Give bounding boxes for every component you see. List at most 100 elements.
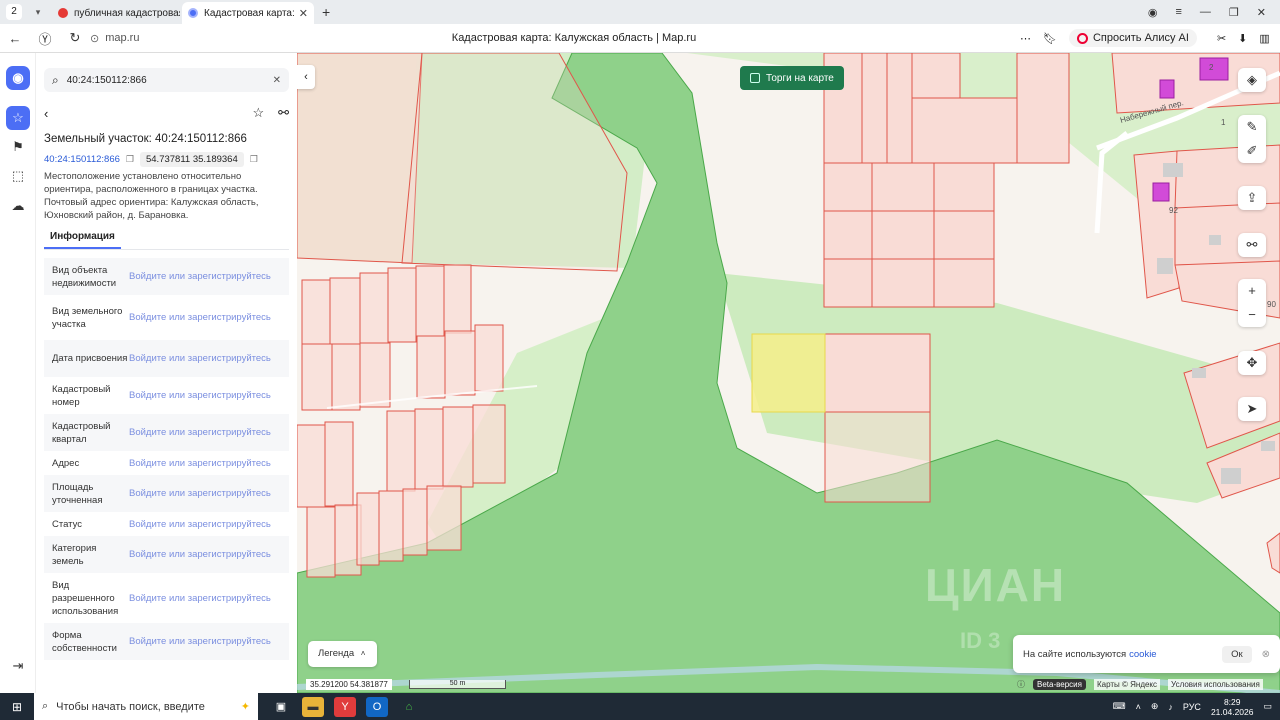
file-explorer-icon[interactable]: ▬ [302,696,324,717]
map-footer: ⓘ Beta-версия Карты © Яндекс Условия исп… [1017,679,1263,690]
parcel [386,410,416,492]
collapse-panel-button[interactable]: ‹ [297,65,315,89]
yandex-browser-icon[interactable]: Y [334,696,356,717]
login-link[interactable]: Войдите или зарегистрируйтесь [129,458,271,469]
extension-icon[interactable]: ✂ [1217,32,1226,45]
menu-icon[interactable]: ≡ [1175,6,1181,19]
profile-icon[interactable]: ◉ [1148,6,1158,19]
beta-badge[interactable]: Beta-версия [1033,679,1086,690]
tab-counter[interactable]: 2 [6,4,22,20]
task-view-icon[interactable]: ▣ [270,697,292,717]
login-link[interactable]: Войдите или зарегистрируйтесь [129,488,271,499]
cian-watermark: ЦИАН [925,559,1067,611]
legend-button[interactable]: Легенда ˄ [308,641,377,667]
login-link[interactable]: Войдите или зарегистрируйтесь [129,271,271,282]
more-icon[interactable]: ⋯ [1020,32,1031,45]
zoom-in-icon[interactable]: + [1238,279,1266,303]
cadastral-map[interactable]: Набережный пер. 2 1 92 90 ЦИАН ID 3 ‹ То… [297,53,1280,693]
move-toolbar: ✥ [1238,351,1266,375]
upload-cloud-icon[interactable]: ⇪ [1238,186,1266,210]
table-row: Адрес Войдите или зарегистрируйтесь [44,451,289,475]
close-window-icon[interactable]: ✕ [1257,6,1266,19]
share-map-icon[interactable]: ⚯ [1238,233,1266,257]
reload-icon[interactable]: ↻ [60,30,90,46]
map-ru-logo-icon[interactable]: ◉ [6,66,30,90]
login-link[interactable]: Войдите или зарегистрируйтесь [129,427,271,438]
favorites-star-icon[interactable]: ☆ [6,106,30,130]
terms-link[interactable]: Условия использования [1168,679,1263,690]
cookie-ok-button[interactable]: Ок [1222,645,1252,663]
download-icon[interactable]: ⬇ [1238,32,1247,45]
attribution-link[interactable]: Карты © Яндекс [1093,679,1161,690]
new-tab-icon[interactable]: + [322,4,330,20]
sidebar-toggle-icon[interactable]: ▥ [1259,32,1269,45]
parcel [301,343,333,411]
share-icon[interactable]: ⚯ [278,105,289,121]
building [1221,468,1241,484]
notifications-icon[interactable]: ▭ [1263,701,1272,712]
restore-icon[interactable]: ❐ [1229,6,1239,19]
clear-search-icon[interactable]: ✕ [273,75,281,86]
login-link[interactable]: Войдите или зарегистрируйтесь [129,549,271,560]
edit-icon[interactable]: ✐ [1238,139,1266,163]
network-icon[interactable]: ⊕ [1151,701,1159,712]
outlook-icon[interactable]: O [366,696,388,717]
yandex-icon[interactable]: Ⓨ [30,29,60,48]
url-field[interactable]: map.ru [105,32,139,44]
building [1159,79,1175,99]
tray-chevron-icon[interactable]: ˄ [1136,702,1141,712]
minimize-icon[interactable]: — [1200,6,1211,19]
keyboard-icon[interactable]: ⌨ [1113,701,1126,712]
tab-information[interactable]: Информация [44,231,121,249]
login-link[interactable]: Войдите или зарегистрируйтесь [129,593,271,604]
login-link[interactable]: Войдите или зарегистрируйтесь [129,390,271,401]
cloud-icon[interactable]: ☁ [6,194,30,218]
login-link[interactable]: Войдите или зарегистрируйтесь [129,353,271,364]
coordinates-chip[interactable]: 54.737811 35.189364 [139,152,244,167]
object-info-panel: ⌕ ✕ ‹ ☆ ⚯ Земельный участок: 40:24:15011… [36,53,297,693]
home-app-icon[interactable]: ⌂ [398,697,420,717]
property-table: Вид объекта недвижимости Войдите или заре… [44,258,289,660]
info-icon[interactable]: ⓘ [1017,679,1025,690]
tab-map-ru[interactable]: Кадастровая карта: Калужская область | M… [182,2,314,24]
back-chevron-icon[interactable]: ‹ [44,106,48,121]
close-icon[interactable]: ⊗ [1262,649,1270,660]
taskbar-search[interactable]: ⌕ Чтобы начать поиск, введите ✦ [34,693,258,720]
auctions-toggle-button[interactable]: Торги на карте [740,66,844,90]
layers-icon[interactable]: ◈ [1238,68,1266,92]
login-link[interactable]: Войдите или зарегистрируйтесь [129,519,271,530]
sparkle-icon: ✦ [240,701,250,713]
cadastral-number-link[interactable]: 40:24:150112:866 [44,154,120,165]
page-title: Кадастровая карта: Калужская область | M… [451,32,697,44]
site-info-icon[interactable]: ⊙ [90,32,99,45]
parcel [356,492,380,566]
area-select-icon[interactable]: ⬚ [6,164,30,188]
login-icon[interactable]: ⇥ [6,654,30,678]
map-ru-favicon-icon [188,8,198,18]
cookie-link[interactable]: cookie [1129,649,1156,660]
search-input[interactable] [66,74,273,86]
copy-icon[interactable]: ❐ [126,154,134,165]
tab-cadastral-search[interactable]: публичная кадастровая карта [52,2,180,24]
zoom-out-icon[interactable]: − [1238,303,1266,327]
parcel [823,210,873,260]
login-link[interactable]: Войдите или зарегистрируйтесь [129,312,271,323]
chevron-down-icon[interactable]: ▾ [30,7,46,18]
ask-alice-button[interactable]: Спросить Алису AI [1068,29,1197,47]
ruler-icon[interactable]: ✎ [1238,115,1266,139]
back-arrow-icon[interactable]: ← [0,31,30,46]
geolocation-icon[interactable]: ➤ [1238,397,1266,421]
map-flag-icon[interactable]: ⚑ [6,135,30,159]
bookmark-icon[interactable]: 🔖︎ [1043,32,1057,45]
volume-icon[interactable]: ♪ [1168,702,1173,712]
clock[interactable]: 8:29 21.04.2026 [1211,697,1254,717]
copy-coords-icon[interactable]: ❐ [250,154,258,165]
favorite-star-icon[interactable]: ☆ [252,105,264,121]
close-icon[interactable]: ✕ [295,7,308,20]
login-link[interactable]: Войдите или зарегистрируйтесь [129,636,271,647]
language-indicator[interactable]: РУС [1183,702,1201,712]
parcel [871,162,935,212]
move-icon[interactable]: ✥ [1238,351,1266,375]
parcel [297,424,326,508]
windows-start-icon[interactable]: ⊞ [0,700,34,714]
